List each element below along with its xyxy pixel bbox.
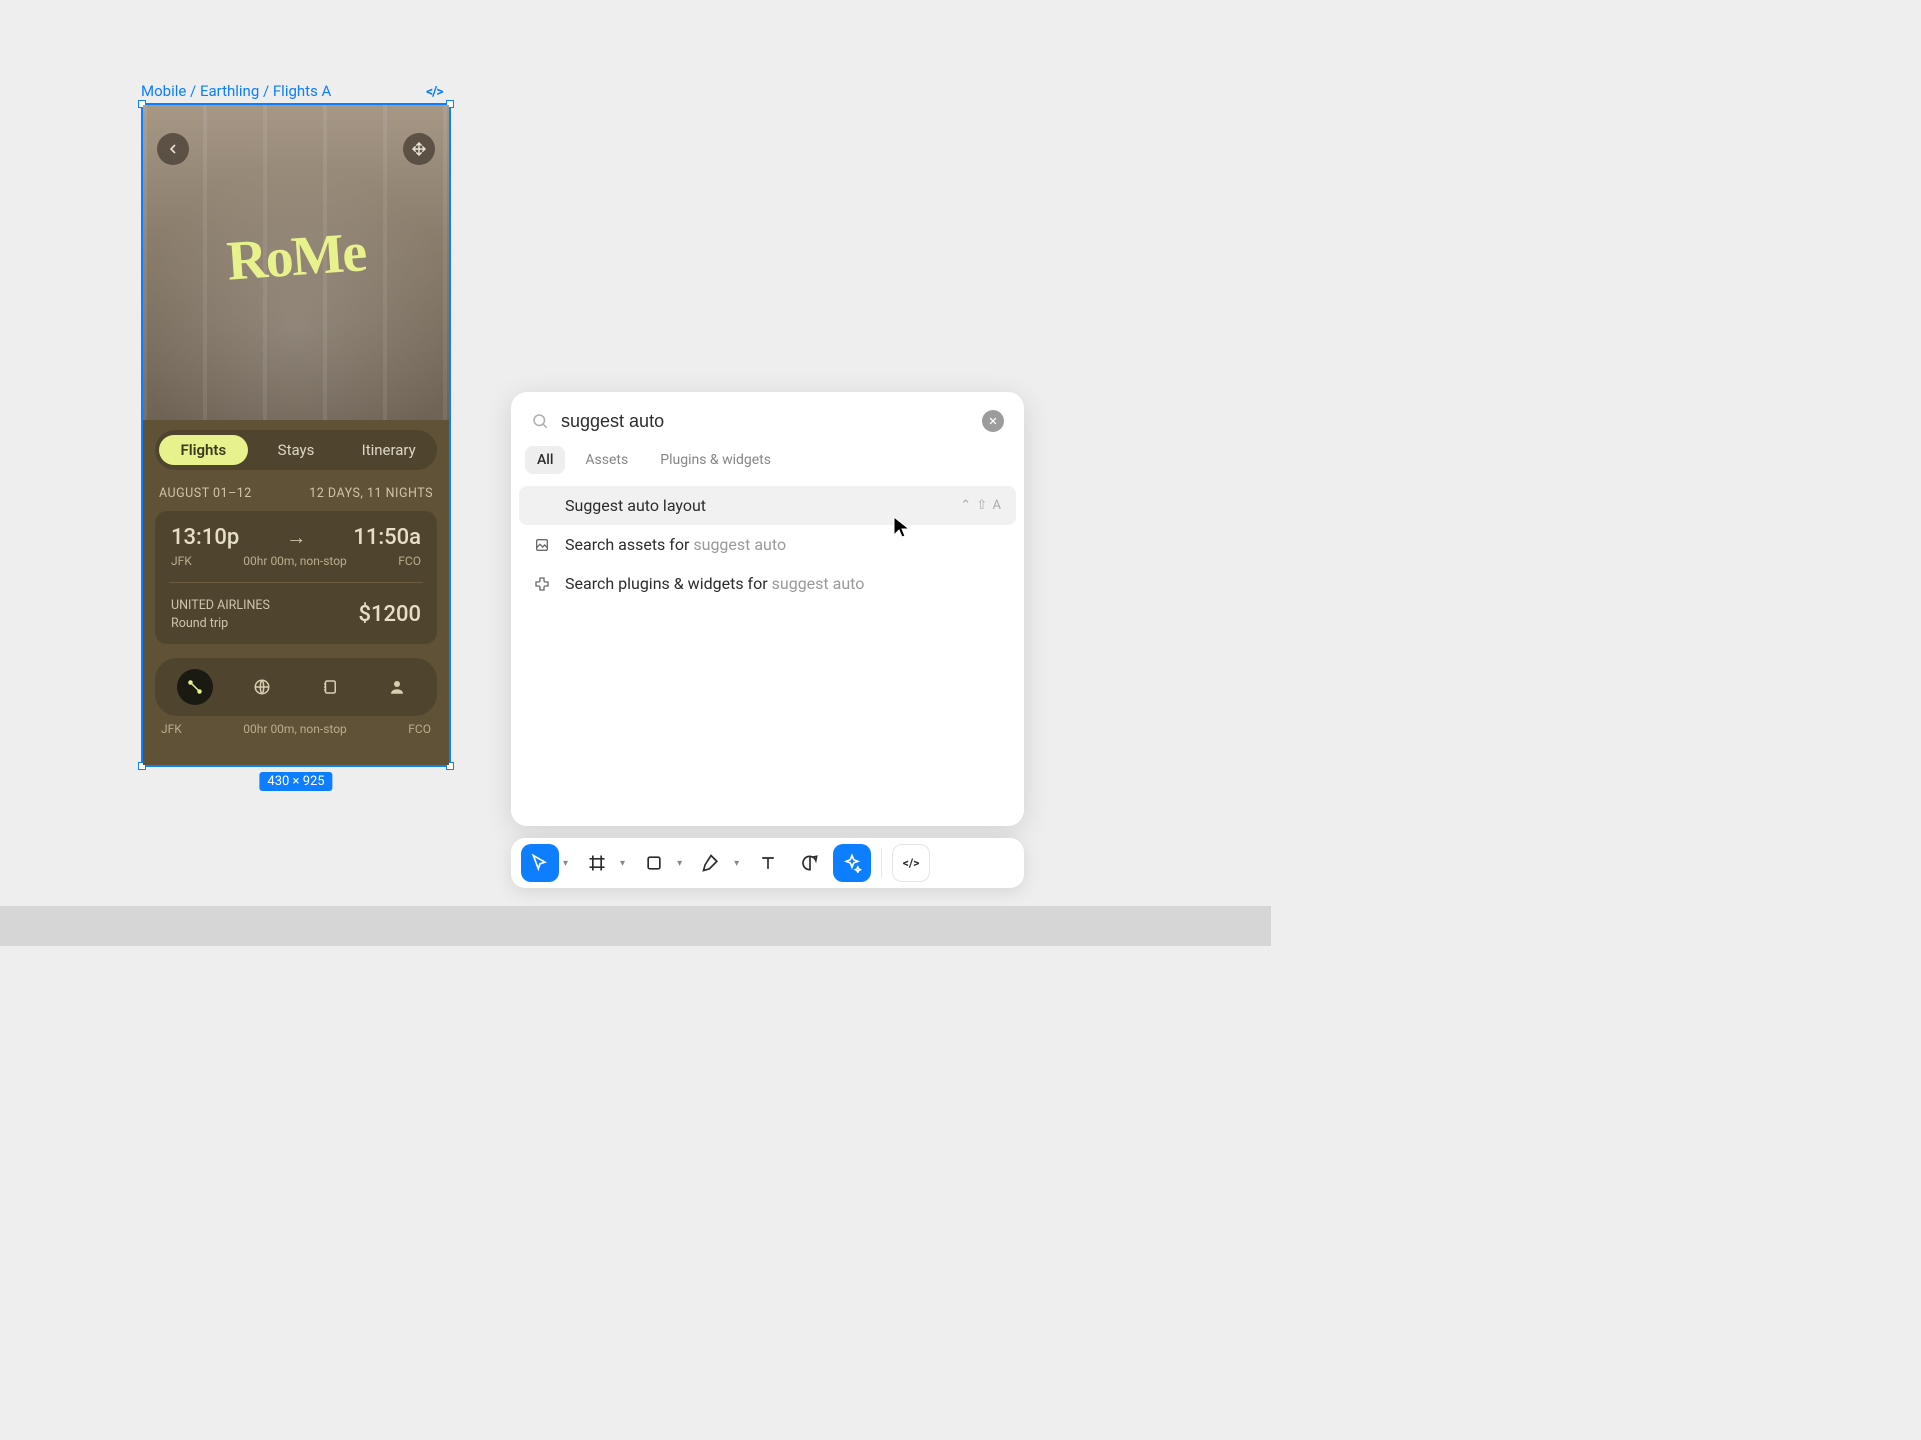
- bottom-nav: [155, 658, 437, 716]
- result-suggest-auto-layout[interactable]: Suggest auto layout ⌃ ⇧ A: [519, 486, 1016, 525]
- canvas-bottom-strip: [0, 906, 1271, 946]
- image-icon: [533, 537, 551, 553]
- footer-dep: JFK: [161, 722, 182, 736]
- search-icon: [531, 412, 549, 430]
- arrival-code: FCO: [398, 554, 421, 568]
- sparkle-icon: [842, 853, 862, 873]
- mouse-cursor-icon: [893, 516, 911, 538]
- nav-flights[interactable]: [177, 669, 213, 705]
- move-icon: [411, 141, 427, 157]
- tab-flights[interactable]: Flights: [159, 435, 248, 465]
- departure-time: 13:10p: [171, 525, 239, 550]
- footer-stops: 00hr 00m, non-stop: [243, 722, 347, 736]
- puzzle-icon: [533, 576, 551, 592]
- footer-arr: FCO: [408, 722, 431, 736]
- hero-image: RoMe: [143, 105, 449, 420]
- chevron-down-icon[interactable]: ▾: [563, 858, 568, 869]
- date-duration: 12 DAYS, 11 NIGHTS: [309, 486, 433, 501]
- chevron-down-icon[interactable]: ▾: [620, 858, 625, 869]
- filter-all[interactable]: All: [525, 446, 565, 474]
- tab-stays[interactable]: Stays: [252, 435, 341, 465]
- main-toolbar: ▾ ▾ ▾ ▾ </>: [511, 838, 1024, 888]
- divider: [169, 582, 423, 583]
- move-button[interactable]: [403, 133, 435, 165]
- square-icon: [644, 853, 664, 873]
- comment-icon: [800, 853, 820, 873]
- airline-row: UNITED AIRLINES Round trip $1200: [171, 597, 421, 632]
- selected-frame[interactable]: 430 × 925 RoMe Flights Stays Itinerary A…: [143, 105, 449, 765]
- chevron-down-icon[interactable]: ▾: [734, 858, 739, 869]
- pen-icon: [701, 853, 721, 873]
- date-range: AUGUST 01–12: [159, 486, 252, 501]
- actions-tool[interactable]: [833, 844, 871, 882]
- filter-tabs: All Assets Plugins & widgets: [511, 446, 1024, 486]
- frame-breadcrumb[interactable]: Mobile / Earthling / Flights A: [141, 82, 331, 100]
- route-icon: [186, 678, 204, 696]
- frame-tool[interactable]: [578, 844, 616, 882]
- notebook-icon: [321, 678, 339, 696]
- search-row: [511, 392, 1024, 446]
- flight-meta: JFK 00hr 00m, non-stop FCO: [171, 554, 421, 568]
- comment-tool[interactable]: [791, 844, 829, 882]
- departure-code: JFK: [171, 554, 192, 568]
- text-tool[interactable]: [749, 844, 787, 882]
- trip-tabs: Flights Stays Itinerary: [155, 430, 437, 470]
- clear-button[interactable]: [982, 410, 1004, 432]
- nav-journal[interactable]: [312, 669, 348, 705]
- dev-mode-icon[interactable]: </>: [426, 84, 443, 100]
- shortcut: ⌃ ⇧ A: [960, 498, 1002, 513]
- pen-tool[interactable]: [692, 844, 730, 882]
- footer-codes: JFK 00hr 00m, non-stop FCO: [161, 722, 431, 736]
- price: $1200: [358, 602, 421, 627]
- toolbar-divider: [881, 848, 882, 878]
- arrival-time: 11:50a: [353, 525, 421, 550]
- shape-tool[interactable]: [635, 844, 673, 882]
- x-icon: [988, 416, 998, 426]
- airline-name: UNITED AIRLINES: [171, 597, 270, 615]
- trip-type: Round trip: [171, 615, 270, 633]
- destination-title: RoMe: [225, 220, 367, 293]
- tab-itinerary[interactable]: Itinerary: [344, 435, 433, 465]
- arrow-right-icon: →: [286, 525, 306, 550]
- result-search-assets[interactable]: Search assets for suggest auto: [519, 525, 1016, 564]
- date-summary: AUGUST 01–12 12 DAYS, 11 NIGHTS: [159, 486, 433, 501]
- back-button[interactable]: [157, 133, 189, 165]
- flight-card[interactable]: 13:10p → 11:50a JFK 00hr 00m, non-stop F…: [155, 511, 437, 644]
- nav-globe[interactable]: [244, 669, 280, 705]
- move-tool[interactable]: [521, 844, 559, 882]
- person-icon: [388, 678, 406, 696]
- action-palette: All Assets Plugins & widgets Suggest aut…: [511, 392, 1024, 826]
- chevron-down-icon[interactable]: ▾: [677, 858, 682, 869]
- frame-icon: [587, 853, 607, 873]
- stops-text: 00hr 00m, non-stop: [243, 554, 347, 568]
- arrow-left-icon: [165, 141, 181, 157]
- result-label: Suggest auto layout: [565, 496, 706, 515]
- filter-assets[interactable]: Assets: [573, 446, 640, 474]
- cursor-icon: [530, 853, 550, 873]
- filter-plugins[interactable]: Plugins & widgets: [648, 446, 783, 474]
- flight-times: 13:10p → 11:50a: [171, 525, 421, 550]
- dimension-badge: 430 × 925: [259, 772, 332, 791]
- globe-icon: [253, 678, 271, 696]
- nav-profile[interactable]: [379, 669, 415, 705]
- search-input[interactable]: [561, 411, 970, 432]
- code-icon: </>: [903, 856, 920, 870]
- dev-mode-toggle[interactable]: </>: [892, 844, 930, 882]
- text-icon: [758, 853, 778, 873]
- results-list: Suggest auto layout ⌃ ⇧ A Search assets …: [511, 486, 1024, 603]
- flights-panel: Flights Stays Itinerary AUGUST 01–12 12 …: [143, 420, 449, 765]
- result-search-plugins[interactable]: Search plugins & widgets for suggest aut…: [519, 564, 1016, 603]
- result-label: Search plugins & widgets for suggest aut…: [565, 574, 864, 593]
- result-label: Search assets for suggest auto: [565, 535, 786, 554]
